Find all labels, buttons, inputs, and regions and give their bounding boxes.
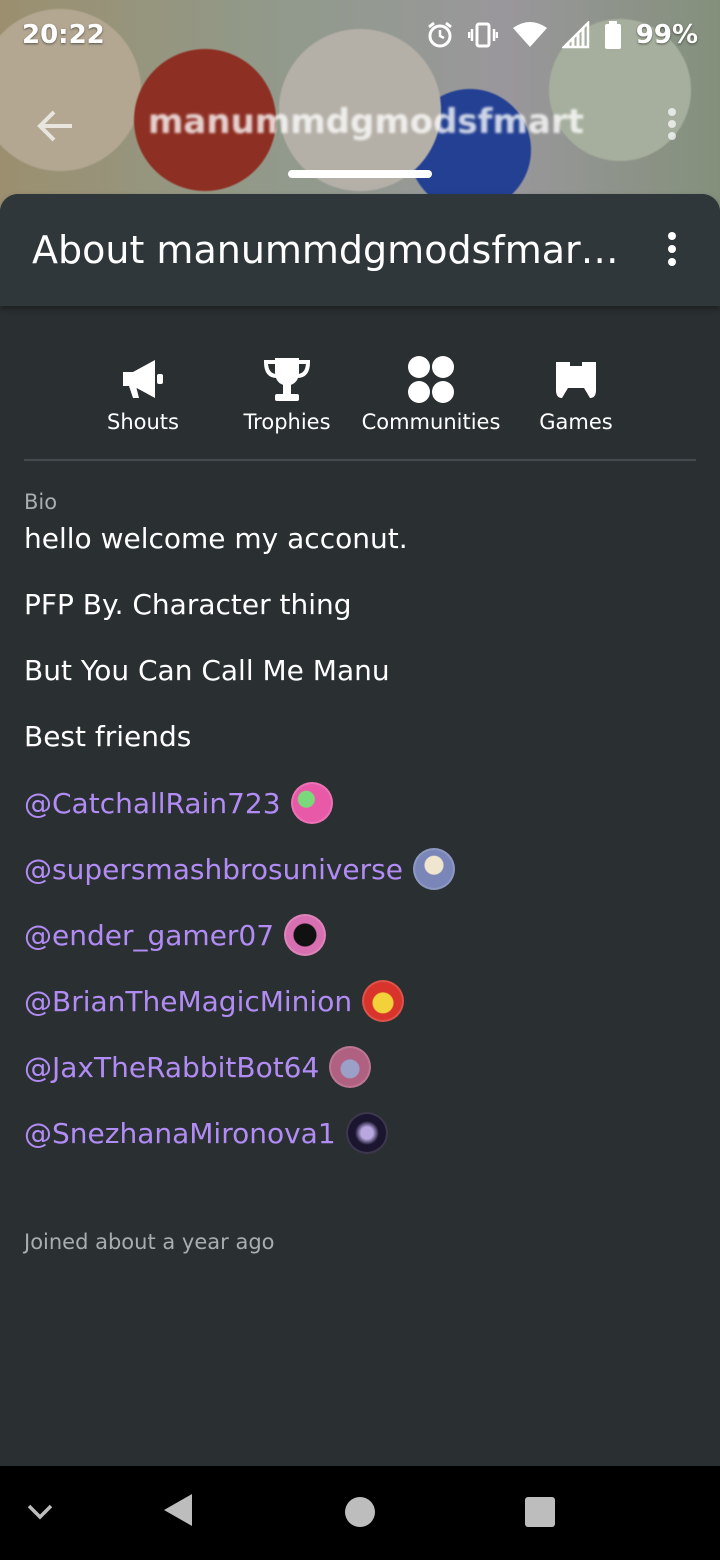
more-options-icon[interactable] xyxy=(660,230,684,270)
vibrate-icon xyxy=(467,22,498,48)
mention-handle[interactable]: @SnezhanaMironova1 xyxy=(24,1117,336,1150)
mention-handle[interactable]: @ender_gamer07 xyxy=(24,919,274,952)
system-nav-bar xyxy=(0,1466,720,1560)
chevron-down-icon[interactable] xyxy=(26,1498,54,1526)
about-sheet-header: About manummdgmodsfmar… xyxy=(0,194,720,306)
alarm-icon xyxy=(426,21,454,49)
mention-link[interactable]: @CatchallRain723 xyxy=(24,782,333,824)
about-sheet: About manummdgmodsfmar… Shouts Trophies xyxy=(0,194,720,1466)
overflow-menu-icon[interactable] xyxy=(660,104,684,144)
status-bar: 20:22 99% xyxy=(0,0,720,70)
bio-line: PFP By. Character thing xyxy=(24,588,352,621)
tab-shouts[interactable]: Shouts xyxy=(71,354,215,454)
tabs-divider xyxy=(24,459,696,461)
bio-line: But You Can Call Me Manu xyxy=(24,654,390,687)
home-circle-icon[interactable] xyxy=(344,1496,376,1528)
mention-handle[interactable]: @supersmashbrosuniverse xyxy=(24,853,403,886)
trophy-icon xyxy=(263,358,311,401)
tab-communities[interactable]: Communities xyxy=(359,354,503,454)
mention-link[interactable]: @SnezhanaMironova1 xyxy=(24,1112,388,1154)
mention-handle[interactable]: @BrianTheMagicMinion xyxy=(24,985,352,1018)
tab-communities-label: Communities xyxy=(361,410,501,434)
sheet-drag-handle[interactable] xyxy=(288,170,432,178)
mention-handle[interactable]: @CatchallRain723 xyxy=(24,787,281,820)
avatar xyxy=(345,1112,388,1154)
joined-date: Joined about a year ago xyxy=(24,1230,275,1254)
avatar xyxy=(362,980,405,1022)
tab-trophies-label: Trophies xyxy=(243,410,331,434)
tab-trophies[interactable]: Trophies xyxy=(215,354,359,454)
status-icons: 99% xyxy=(426,20,698,50)
mention-link[interactable]: @supersmashbrosuniverse xyxy=(24,848,455,890)
recents-square-icon[interactable] xyxy=(524,1496,556,1528)
bio-line: Best friends xyxy=(24,720,192,753)
megaphone-icon xyxy=(123,360,163,398)
battery-icon xyxy=(604,21,622,49)
wifi-icon xyxy=(512,21,548,49)
avatar xyxy=(284,914,327,956)
bio-label: Bio xyxy=(24,490,58,514)
profile-tabs: Shouts Trophies Communities Games xyxy=(0,354,720,454)
tab-games-label: Games xyxy=(539,410,613,434)
battery-percent: 99% xyxy=(635,20,698,50)
tab-games[interactable]: Games xyxy=(504,354,648,454)
mention-link[interactable]: @JaxTheRabbitBot64 xyxy=(24,1046,372,1088)
mention-link[interactable]: @ender_gamer07 xyxy=(24,914,327,956)
avatar xyxy=(329,1046,372,1088)
status-time: 20:22 xyxy=(22,20,105,50)
mention-link[interactable]: @BrianTheMagicMinion xyxy=(24,980,405,1022)
communities-icon xyxy=(408,356,454,403)
avatar xyxy=(290,782,333,824)
tab-shouts-label: Shouts xyxy=(107,410,179,434)
back-triangle-icon[interactable] xyxy=(162,1492,194,1528)
profile-username-title: manummdgmodsfmart xyxy=(148,102,584,142)
bio-line: hello welcome my acconut. xyxy=(24,522,408,555)
mention-handle[interactable]: @JaxTheRabbitBot64 xyxy=(24,1051,319,1084)
gamepad-icon xyxy=(556,362,596,398)
about-title: About manummdgmodsfmar… xyxy=(32,228,619,272)
profile-top-bar: manummdgmodsfmart xyxy=(0,92,720,162)
back-arrow-icon[interactable] xyxy=(36,106,76,146)
avatar xyxy=(412,848,455,890)
signal-icon xyxy=(561,21,590,49)
